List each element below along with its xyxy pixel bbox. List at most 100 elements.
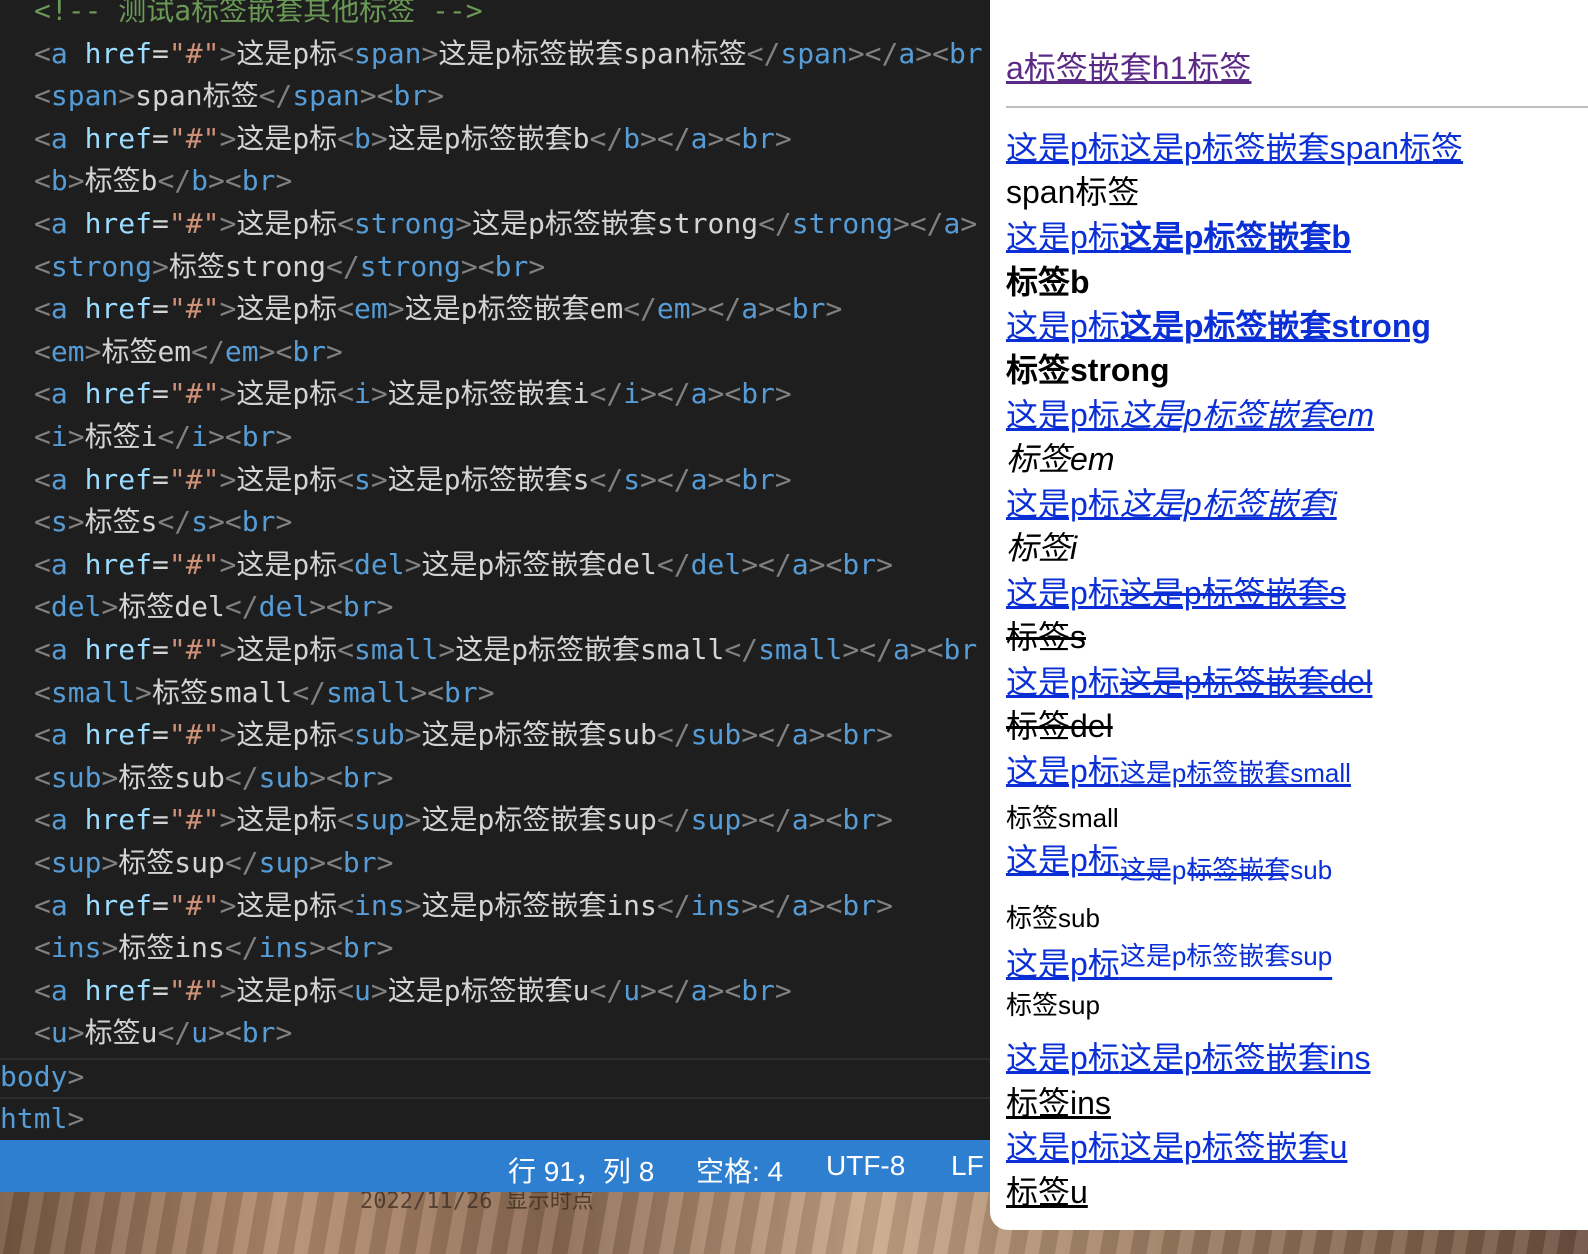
code-token: "#" xyxy=(168,803,220,836)
b-link[interactable]: 这是p标这是p标签嵌套b xyxy=(1006,219,1351,255)
code-line[interactable]: <a href="#">这是p标<small>这是p标签嵌套small</sma… xyxy=(34,629,977,671)
code-token: 这是p标签嵌套em xyxy=(404,292,624,325)
code-token: > xyxy=(774,377,792,410)
strong-link[interactable]: 这是p标这是p标签嵌套strong xyxy=(1006,308,1431,344)
del-link[interactable]: 这是p标这是p标签嵌套del xyxy=(1006,664,1372,700)
code-line[interactable]: body> xyxy=(0,1056,84,1098)
code-token: = xyxy=(152,718,169,751)
code-line[interactable]: <a href="#">这是p标<b>这是p标签嵌套b</b></a><br> xyxy=(34,118,792,160)
code-line[interactable]: <u>标签u</u><br> xyxy=(34,1012,292,1054)
code-token: del xyxy=(690,548,742,581)
code-token: < xyxy=(34,931,51,964)
code-token: a xyxy=(50,548,68,581)
code-line[interactable]: <a href="#">这是p标<span>这是p标签嵌套span标签</spa… xyxy=(34,33,983,75)
code-line[interactable]: <s>标签s</s><br> xyxy=(34,501,292,543)
nested-s-text: 这是p标签嵌套s xyxy=(1119,575,1346,611)
del-plain: 标签del xyxy=(1006,708,1113,744)
code-token: > xyxy=(67,1102,85,1135)
indentation-setting[interactable]: 空格: 4 xyxy=(696,1150,783,1190)
cursor-position[interactable]: 行 91，列 8 xyxy=(508,1150,654,1190)
code-line[interactable]: <del>标签del</del><br> xyxy=(34,586,393,628)
code-token: >< xyxy=(309,761,343,794)
i-link[interactable]: 这是p标这是p标签嵌套i xyxy=(1006,486,1337,522)
code-line[interactable]: <ins>标签ins</ins><br> xyxy=(34,927,393,969)
code-token: s xyxy=(623,463,641,496)
code-token: "#" xyxy=(168,122,220,155)
code-token: > xyxy=(774,122,792,155)
code-token: br xyxy=(494,250,529,283)
em-plain-row: 标签em xyxy=(1006,439,1114,479)
code-token: 这是p标签嵌套del xyxy=(421,548,657,581)
code-line[interactable]: <a href="#">这是p标<s>这是p标签嵌套s</s></a><br> xyxy=(34,459,792,501)
code-token: < xyxy=(34,633,51,666)
code-line[interactable]: <i>标签i</i><br> xyxy=(34,416,292,458)
code-token: b xyxy=(354,122,371,155)
nested-sub-text: 这是p标签嵌套sub xyxy=(1119,855,1333,885)
code-line[interactable]: html> xyxy=(0,1098,84,1140)
span-link[interactable]: 这是p标这是p标签嵌套span标签 xyxy=(1006,130,1463,166)
code-line[interactable]: <a href="#">这是p标<em>这是p标签嵌套em</em></a><b… xyxy=(34,288,842,330)
code-token: </ xyxy=(589,463,624,496)
sup-link[interactable]: 这是p标这是p标签嵌套sup xyxy=(1006,941,1332,982)
code-token: > xyxy=(376,761,394,794)
code-line[interactable]: <a href="#">这是p标<i>这是p标签嵌套i</i></a><br> xyxy=(34,373,792,415)
code-editor[interactable]: <!-- 测试a标签嵌套其他标签 --> <a href="#">这是p标<spa… xyxy=(0,0,1000,1140)
code-token: > xyxy=(370,974,388,1007)
code-line[interactable]: <small>标签small</small><br> xyxy=(34,672,495,714)
link-text: 这是p标 xyxy=(1006,664,1120,700)
code-token: sup xyxy=(690,803,742,836)
code-token: "#" xyxy=(168,974,220,1007)
code-token: > xyxy=(219,803,237,836)
strong-plain: 标签strong xyxy=(1006,352,1170,388)
code-line[interactable]: <!-- 测试a标签嵌套其他标签 --> xyxy=(34,0,483,32)
code-token: < xyxy=(337,292,355,325)
u-link[interactable]: 这是p标这是p标签嵌套u xyxy=(1006,1129,1347,1165)
code-token: br xyxy=(241,164,276,197)
sup-plain: 标签sup xyxy=(1006,990,1100,1020)
code-token: < xyxy=(337,377,355,410)
code-line[interactable]: <sup>标签sup</sup><br> xyxy=(34,842,393,884)
code-token: span xyxy=(292,79,360,112)
h1-link[interactable]: a标签嵌套h1标签 xyxy=(1006,50,1251,86)
code-token: < xyxy=(337,548,355,581)
code-token: small xyxy=(50,676,136,709)
code-token: a xyxy=(50,974,68,1007)
code-line[interactable]: <a href="#">这是p标<sub>这是p标签嵌套sub</sub></a… xyxy=(34,714,893,756)
ins-link[interactable]: 这是p标这是p标签嵌套ins xyxy=(1006,1040,1371,1076)
code-token: br xyxy=(342,761,377,794)
code-token: > xyxy=(404,889,422,922)
code-line[interactable]: <b>标签b</b><br> xyxy=(34,160,292,202)
code-token: < xyxy=(337,633,355,666)
code-token: br xyxy=(342,931,377,964)
code-line[interactable]: <a href="#">这是p标<ins>这是p标签嵌套ins</ins></a… xyxy=(34,885,893,927)
b-plain: 标签b xyxy=(1006,264,1090,300)
small-link[interactable]: 这是p标这是p标签嵌套small xyxy=(1006,753,1351,789)
eol-setting[interactable]: LF xyxy=(951,1150,984,1182)
link-text: 这是p标 xyxy=(1006,130,1120,166)
encoding-setting[interactable]: UTF-8 xyxy=(826,1150,905,1182)
link-text: 这是p标 xyxy=(1006,1040,1120,1076)
i-plain-latin: i xyxy=(1070,530,1078,566)
code-token: </ xyxy=(224,590,259,623)
code-token: u xyxy=(623,974,641,1007)
link-text: 这是p标 xyxy=(1006,753,1120,789)
s-link[interactable]: 这是p标这是p标签嵌套s xyxy=(1006,575,1346,611)
code-token: br xyxy=(791,292,826,325)
code-line[interactable]: <strong>标签strong</strong><br> xyxy=(34,246,545,288)
code-line[interactable]: <sub>标签sub</sub><br> xyxy=(34,757,393,799)
code-token: > xyxy=(326,335,343,368)
code-line[interactable]: <a href="#">这是p标<sup>这是p标签嵌套sup</sup></a… xyxy=(34,799,893,841)
code-line[interactable]: <a href="#">这是p标<del>这是p标签嵌套del</del></a… xyxy=(34,544,893,586)
em-link[interactable]: 这是p标这是p标签嵌套em xyxy=(1006,397,1374,433)
code-line[interactable]: <a href="#">这是p标<u>这是p标签嵌套u</u></a><br> xyxy=(34,970,792,1012)
code-line[interactable]: <em>标签em</em><br> xyxy=(34,331,343,373)
i-plain-cjk: 标签 xyxy=(1006,530,1071,566)
code-line[interactable]: <a href="#">这是p标<strong>这是p标签嵌套strong</s… xyxy=(34,203,977,245)
code-token: br xyxy=(241,505,276,538)
code-token: small xyxy=(354,633,439,666)
status-bar: 行 91，列 8 空格: 4 UTF-8 LF xyxy=(0,1140,1000,1192)
sub-link[interactable]: 这是p标这是p标签嵌套sub xyxy=(1006,842,1332,885)
code-line[interactable]: <span>span标签</span><br> xyxy=(34,75,444,117)
